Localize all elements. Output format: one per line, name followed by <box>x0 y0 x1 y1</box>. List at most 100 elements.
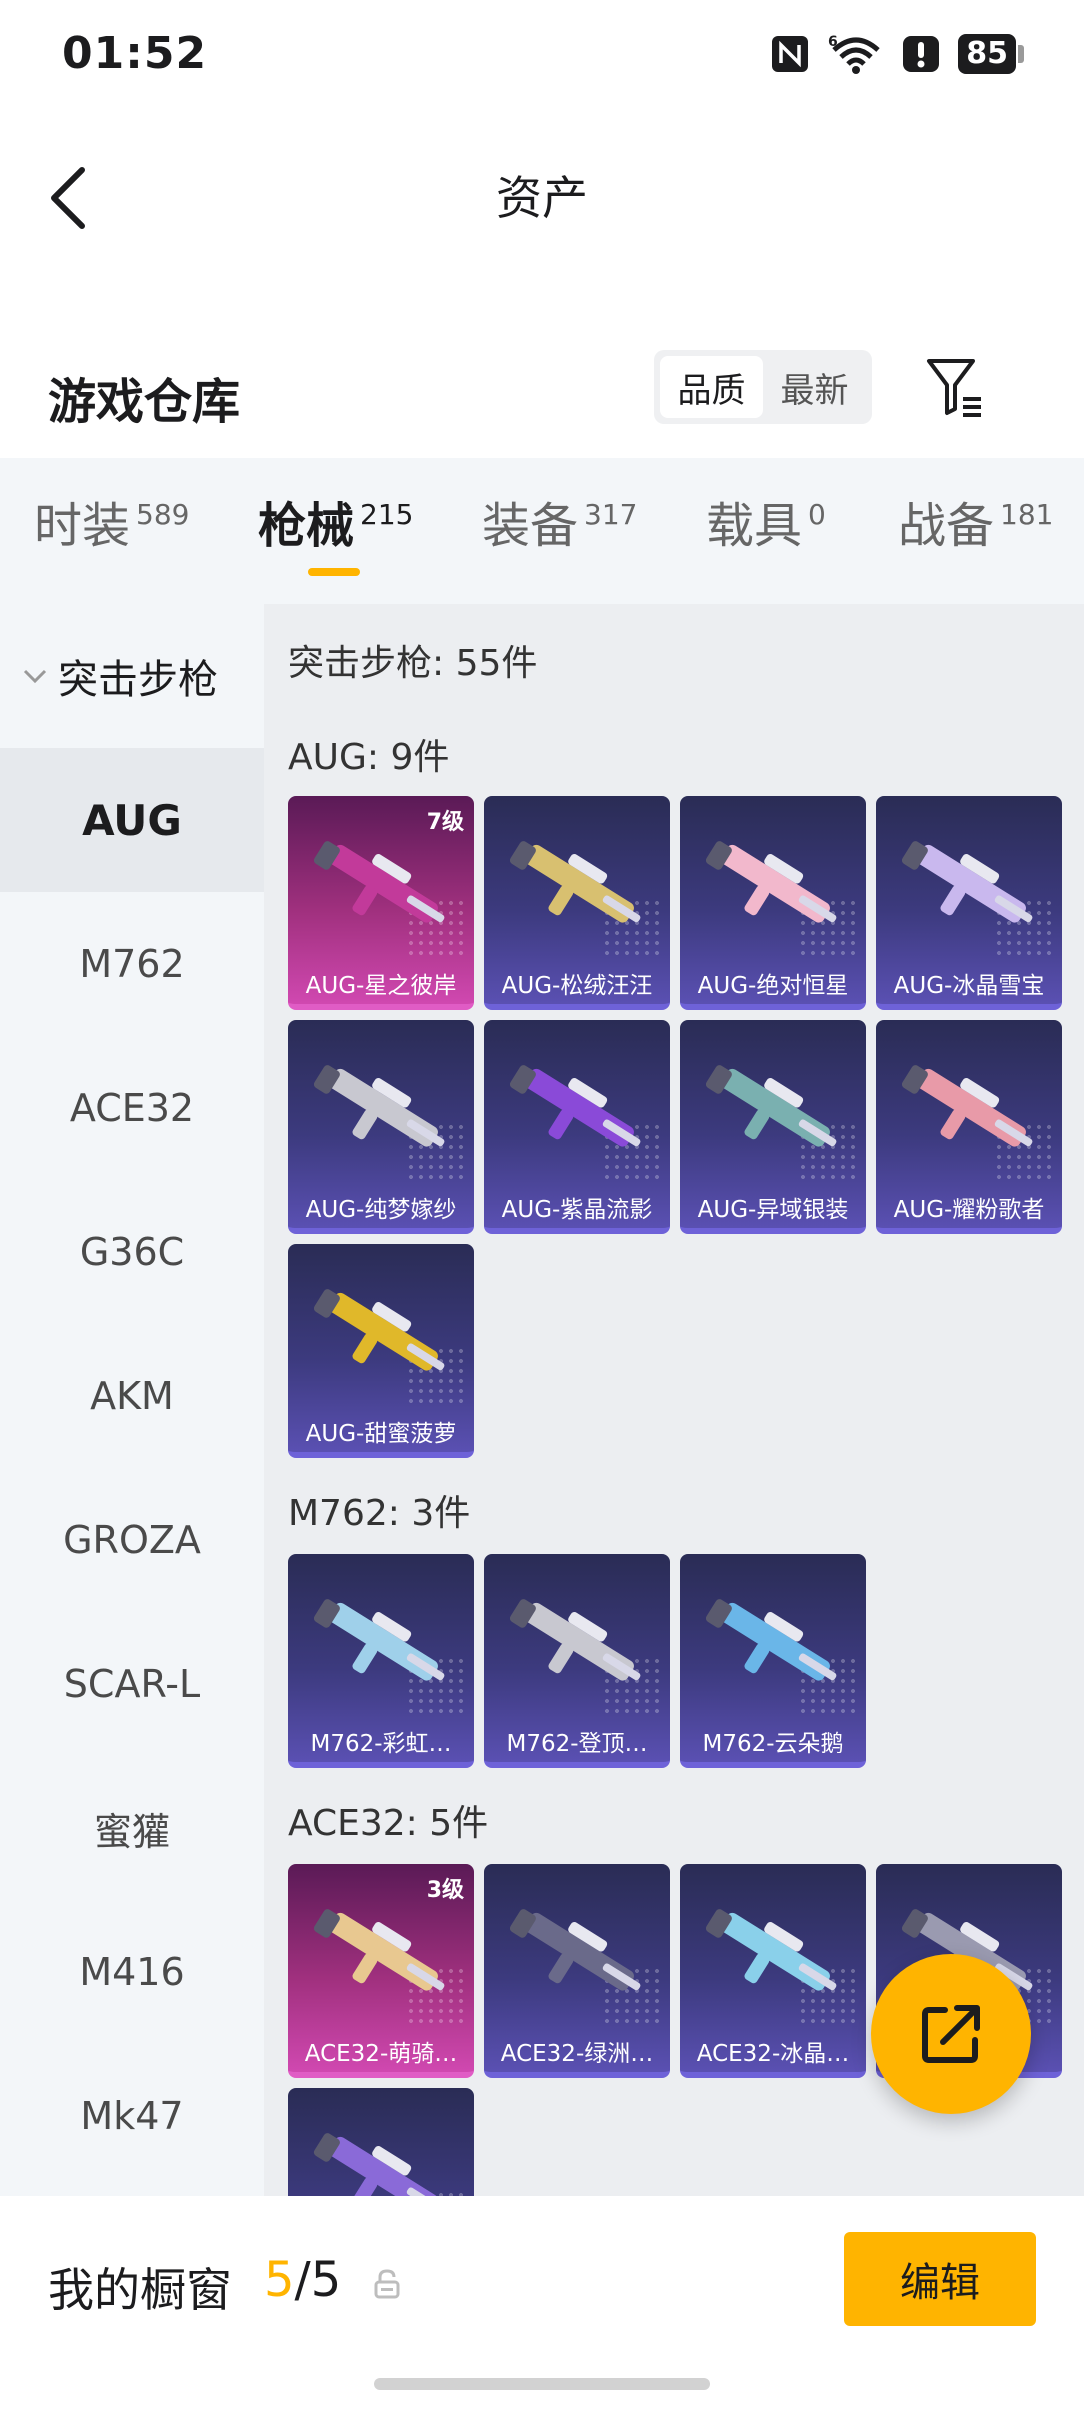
lock-icon <box>372 2268 402 2304</box>
weapon-card-name: M762-云朵鹅 <box>702 1731 844 1757</box>
sidebar-item-groza[interactable]: GROZA <box>0 1468 264 1612</box>
tab-equipment[interactable]: 装备 317 <box>482 496 637 556</box>
weapon-card-name: AUG-纯梦嫁纱 <box>305 1197 457 1223</box>
status-icons: 6 85 <box>770 32 1024 76</box>
sidebar-item-g36c[interactable]: G36C <box>0 1180 264 1324</box>
category-title-aug: AUG: 9件 <box>288 737 450 778</box>
filter-icon <box>927 359 981 417</box>
alert-icon <box>902 35 940 73</box>
active-tab-indicator <box>308 568 360 576</box>
weapon-card[interactable]: AUG-松绒汪汪 <box>484 796 670 1010</box>
tab-count: 317 <box>584 498 638 531</box>
weapon-card[interactable]: M762-云朵鹅 <box>680 1554 866 1768</box>
weapon-skin-icon <box>705 1599 837 1681</box>
sidebar-item-mk47[interactable]: Mk47 <box>0 2044 264 2188</box>
sidebar-item-m762[interactable]: M762 <box>0 892 264 1036</box>
sidebar-item-m416[interactable]: M416 <box>0 1900 264 2044</box>
edit-button[interactable]: 编辑 <box>844 2232 1036 2326</box>
weapon-card-name: AUG-紫晶流影 <box>501 1197 653 1223</box>
nfc-icon <box>770 34 810 74</box>
tab-label: 装备 <box>482 498 579 554</box>
weapon-card[interactable]: M762-彩虹… <box>288 1554 474 1768</box>
showcase-bar: 我的橱窗 5/5 编辑 <box>0 2196 1084 2412</box>
weapon-card-name: ACE32-冰晶… <box>696 2041 850 2067</box>
weapon-skin-icon <box>313 841 445 923</box>
weapon-card-name: AUG-冰晶雪宝 <box>893 973 1045 999</box>
weapon-skin-icon <box>313 1289 445 1371</box>
showcase-label: 我的橱窗 <box>48 2263 232 2317</box>
weapon-skin-icon <box>705 1909 837 1991</box>
tab-fashion[interactable]: 时装 589 <box>34 496 189 556</box>
sort-quality-button[interactable]: 品质 <box>660 356 763 418</box>
weapon-card-name: AUG-耀粉歌者 <box>893 1197 1045 1223</box>
tab-guns[interactable]: 枪械 215 <box>258 496 413 556</box>
weapon-card-name: M762-登顶… <box>506 1731 648 1757</box>
tab-gear[interactable]: 战备 181 <box>898 496 1053 556</box>
sidebar-item-ace32[interactable]: ACE32 <box>0 1036 264 1180</box>
weapon-card-name: AUG-松绒汪汪 <box>501 973 653 999</box>
sidebar-group-assault-rifle[interactable]: 突击步枪 <box>0 604 264 748</box>
weapon-card[interactable]: AUG-纯梦嫁纱 <box>288 1020 474 1234</box>
chevron-down-icon <box>22 667 48 685</box>
assault-rifle-total: 突击步枪: 55件 <box>288 643 538 684</box>
sort-newest-button[interactable]: 最新 <box>763 356 866 418</box>
weapon-skin-icon <box>509 1909 641 1991</box>
category-tabs: 时装 589 枪械 215 装备 317 载具 0 战备 181 <box>0 458 1084 604</box>
sidebar-group-label: 突击步枪 <box>58 657 218 703</box>
weapon-card[interactable]: ACE32-绿洲… <box>484 1864 670 2078</box>
status-bar: 01:52 6 85 <box>0 0 1084 110</box>
weapon-card-name: M762-彩虹… <box>310 1731 452 1757</box>
weapon-card[interactable]: AUG-异域银装 <box>680 1020 866 1234</box>
tab-vehicles[interactable]: 载具 0 <box>706 496 826 556</box>
sidebar-item-honey-badger[interactable]: 蜜獾 <box>0 1756 264 1900</box>
weapon-card[interactable]: 7级 AUG-星之彼岸 <box>288 796 474 1010</box>
weapon-skin-icon <box>509 1599 641 1681</box>
category-title-m762: M762: 3件 <box>288 1493 471 1534</box>
sidebar-item-aug[interactable]: AUG <box>0 748 264 892</box>
weapon-card[interactable]: AUG-绝对恒星 <box>680 796 866 1010</box>
weapon-skin-icon <box>901 1065 1033 1147</box>
level-badge: 3级 <box>426 1878 464 1903</box>
filter-button[interactable] <box>920 352 990 422</box>
weapon-card[interactable] <box>288 2088 474 2196</box>
level-badge: 7级 <box>426 810 464 835</box>
app-header: 资产 <box>0 110 1084 280</box>
weapon-card-name: AUG-甜蜜菠萝 <box>305 1421 457 1447</box>
showcase-count: 5/5 <box>264 2252 341 2308</box>
battery-level: 85 <box>958 34 1016 74</box>
showcase-current: 5 <box>264 2252 295 2308</box>
category-title-ace32: ACE32: 5件 <box>288 1803 489 1844</box>
weapon-skin-icon <box>901 841 1033 923</box>
weapon-skin-icon <box>705 1065 837 1147</box>
tab-count: 0 <box>808 498 826 531</box>
weapon-card[interactable]: AUG-紫晶流影 <box>484 1020 670 1234</box>
weapon-card-name: ACE32-绿洲… <box>500 2041 654 2067</box>
weapon-card[interactable]: AUG-冰晶雪宝 <box>876 796 1062 1010</box>
showcase-total: /5 <box>294 2252 342 2308</box>
status-time: 01:52 <box>62 28 208 79</box>
page-title: 资产 <box>496 171 588 225</box>
battery-icon: 85 <box>958 34 1024 74</box>
weapon-card[interactable]: 3级 ACE32-萌骑… <box>288 1864 474 2078</box>
weapon-card[interactable]: M762-登顶… <box>484 1554 670 1768</box>
weapon-card-name: AUG-星之彼岸 <box>305 973 457 999</box>
svg-text:6: 6 <box>828 34 838 50</box>
weapon-card-name: AUG-异域银装 <box>697 1197 849 1223</box>
weapon-skin-icon <box>509 841 641 923</box>
weapon-card-name: AUG-绝对恒星 <box>697 973 849 999</box>
weapon-skin-icon <box>705 841 837 923</box>
section-title: 游戏仓库 <box>48 374 241 430</box>
tab-count: 215 <box>360 498 414 531</box>
sidebar-item-akm[interactable]: AKM <box>0 1324 264 1468</box>
sidebar-item-scar-l[interactable]: SCAR-L <box>0 1612 264 1756</box>
weapon-card[interactable]: ACE32-冰晶… <box>680 1864 866 2078</box>
weapon-card[interactable]: AUG-甜蜜菠萝 <box>288 1244 474 1458</box>
weapon-card-name: ACE32-萌骑… <box>304 2041 458 2067</box>
share-button[interactable] <box>871 1954 1031 2114</box>
tab-label: 枪械 <box>258 498 355 554</box>
weapon-skin-icon <box>509 1065 641 1147</box>
tab-label: 战备 <box>898 498 995 554</box>
share-icon <box>922 2005 980 2063</box>
wifi-6-icon: 6 <box>828 32 884 76</box>
weapon-card[interactable]: AUG-耀粉歌者 <box>876 1020 1062 1234</box>
